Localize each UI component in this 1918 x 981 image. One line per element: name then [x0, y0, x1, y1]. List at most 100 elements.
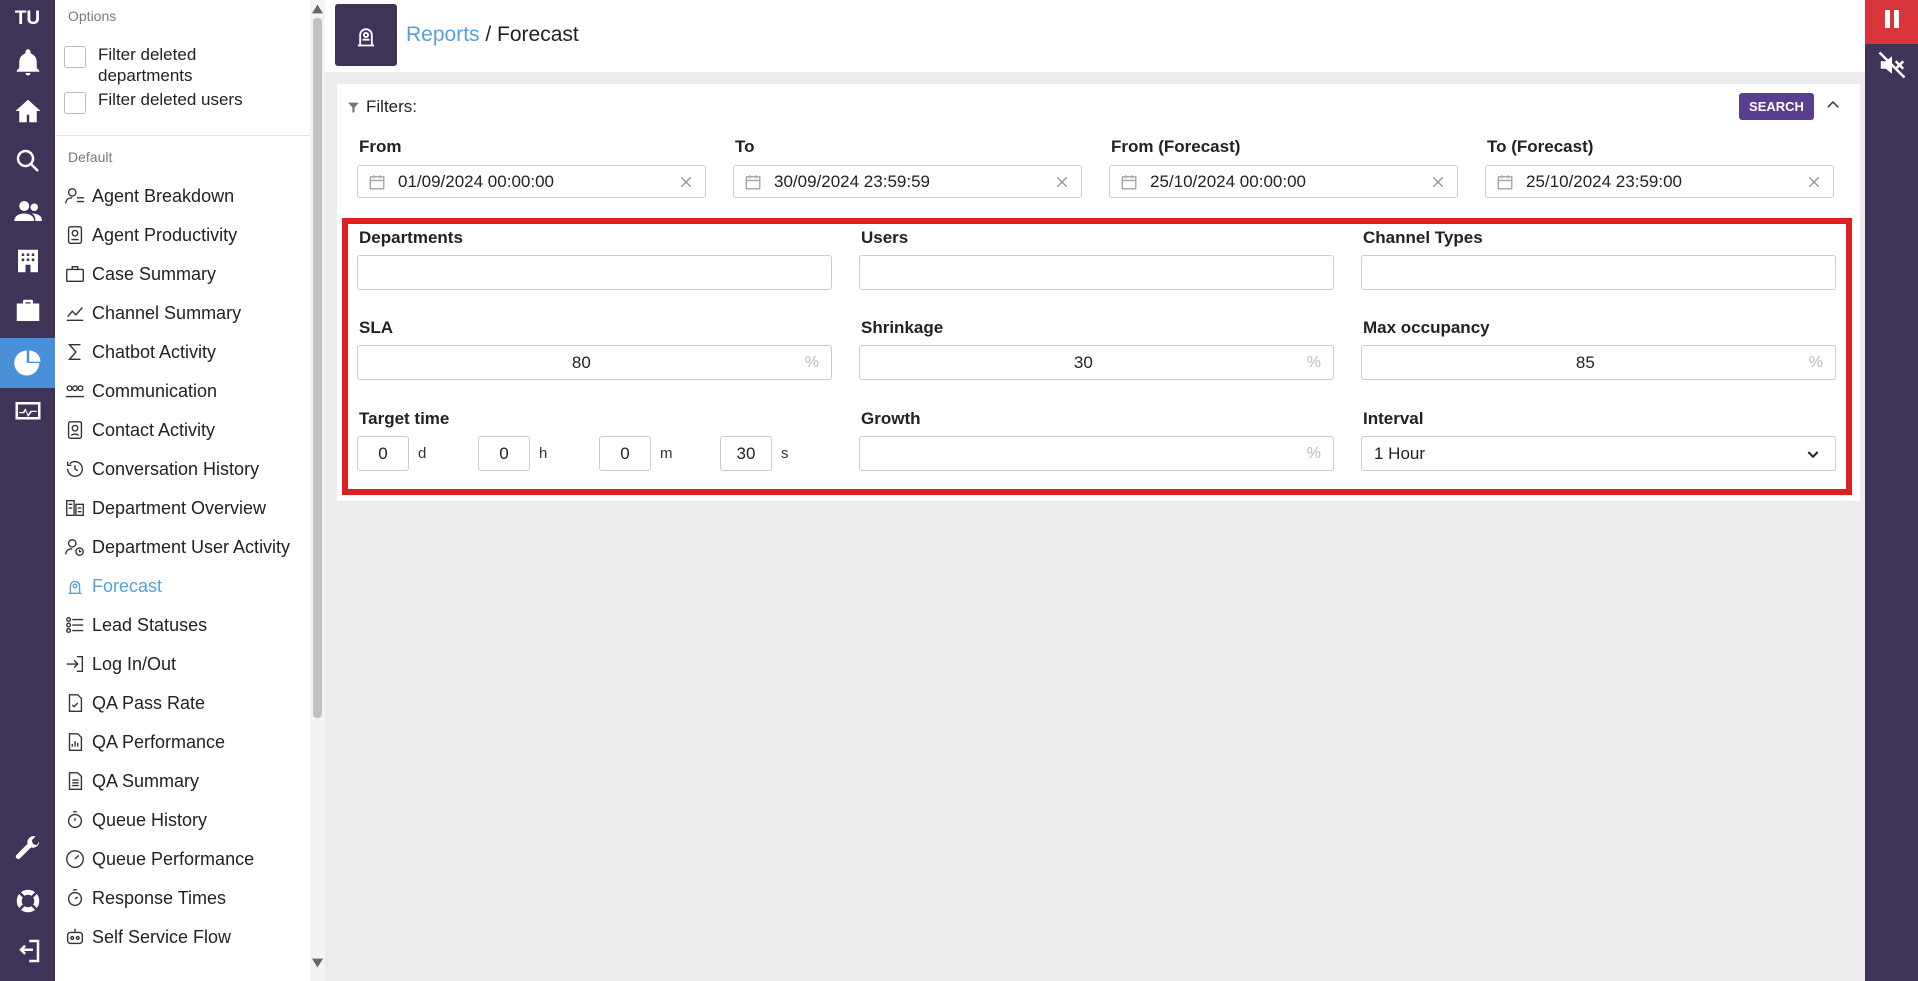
group-icon	[65, 385, 85, 398]
target-seconds-input[interactable]: 30	[720, 436, 772, 471]
search-button[interactable]: SEARCH	[1739, 93, 1814, 120]
clear-icon[interactable]	[1055, 175, 1069, 189]
nav-item-agent-breakdown[interactable]: Agent Breakdown	[63, 181, 234, 211]
users-select[interactable]	[859, 255, 1334, 290]
nav-item-label: Self Service Flow	[92, 926, 232, 947]
nav-item-channel-summary[interactable]: Channel Summary	[63, 298, 241, 328]
percent-icon: %	[1306, 444, 1321, 462]
to-forecast-date-field[interactable]: 25/10/2024 23:59:00	[1485, 165, 1834, 198]
nav-item-forecast[interactable]: Forecast	[63, 571, 162, 601]
pause-button[interactable]	[1865, 0, 1918, 44]
logout-icon[interactable]	[0, 928, 55, 974]
target-days-input[interactable]: 0	[357, 436, 409, 471]
nav-item-lead-statuses[interactable]: Lead Statuses	[63, 610, 207, 640]
nav-item-label: Chatbot Activity	[92, 341, 217, 362]
user-clock-icon	[65, 538, 84, 556]
nav-item-qa-summary[interactable]: QA Summary	[63, 766, 199, 796]
filter-deleted-departments[interactable]: Filter deleted departments	[64, 44, 284, 86]
nav-item-department-user-activity[interactable]: Department User Activity	[63, 532, 290, 562]
calendar-icon	[1497, 174, 1513, 189]
briefcase-icon[interactable]	[0, 288, 55, 334]
scroll-up-arrow-icon[interactable]	[312, 4, 323, 14]
lifebuoy-icon[interactable]	[0, 878, 55, 924]
days-unit: d	[418, 445, 427, 462]
target-minutes-input[interactable]: 0	[599, 436, 651, 471]
sla-input[interactable]: 80 %	[357, 345, 832, 380]
filter-icon	[348, 102, 359, 113]
filter-deleted-users[interactable]: Filter deleted users	[64, 90, 243, 114]
sla-value: 80	[571, 352, 591, 372]
growth-label: Growth	[861, 409, 921, 428]
breadcrumb-reports-link[interactable]: Reports	[406, 23, 480, 46]
nav-item-qa-pass-rate[interactable]: QA Pass Rate	[63, 688, 205, 718]
pause-icon	[1885, 10, 1899, 28]
nav-item-label: Communication	[92, 380, 218, 401]
nav-item-label: QA Pass Rate	[92, 692, 206, 713]
nav-item-label: Contact Activity	[92, 419, 216, 440]
clear-icon[interactable]	[1431, 175, 1445, 189]
document-check-icon	[68, 694, 83, 712]
nav-item-response-times[interactable]: Response Times	[63, 883, 226, 913]
channel-types-label: Channel Types	[1363, 228, 1483, 247]
timer-icon	[67, 889, 83, 907]
breadcrumb-current: Forecast	[497, 23, 579, 46]
home-icon[interactable]	[0, 88, 55, 134]
users-icon[interactable]	[0, 188, 55, 234]
scroll-down-arrow-icon[interactable]	[312, 958, 323, 968]
interval-select[interactable]: 1 Hour	[1361, 436, 1836, 471]
clear-icon[interactable]	[1807, 175, 1821, 189]
main-content: Reports / Forecast Filters: SEARCH From …	[325, 0, 1865, 981]
nav-item-queue-history[interactable]: Queue History	[63, 805, 207, 835]
to-forecast-label: To (Forecast)	[1487, 137, 1594, 156]
from-forecast-date-field[interactable]: 25/10/2024 00:00:00	[1109, 165, 1458, 198]
seconds-unit: s	[781, 445, 789, 462]
growth-input[interactable]: %	[859, 436, 1334, 471]
nav-item-chatbot-activity[interactable]: Chatbot Activity	[63, 337, 216, 367]
to-date-field[interactable]: 30/09/2024 23:59:59	[733, 165, 1082, 198]
document-lines-icon	[68, 772, 83, 790]
percent-icon: %	[804, 353, 819, 371]
line-chart-icon	[66, 307, 84, 322]
list-status-icon	[66, 616, 84, 634]
from-date-field[interactable]: 01/09/2024 00:00:00	[357, 165, 706, 198]
departments-select[interactable]	[357, 255, 832, 290]
target-hours-input[interactable]: 0	[478, 436, 530, 471]
to-forecast-date-value: 25/10/2024 23:59:00	[1526, 171, 1682, 191]
nav-item-department-overview[interactable]: Department Overview	[63, 493, 266, 523]
filter-deleted-users-checkbox[interactable]	[64, 92, 86, 114]
user-initials[interactable]: TU	[0, 8, 55, 30]
from-label: From	[359, 137, 402, 156]
building-icon[interactable]	[0, 238, 55, 284]
nav-item-communication[interactable]: Communication	[63, 376, 217, 406]
wrench-icon[interactable]	[0, 826, 55, 872]
forecast-icon	[68, 580, 82, 595]
nav-item-log-in-out[interactable]: Log In/Out	[63, 649, 176, 679]
badge-icon	[67, 226, 83, 244]
from-forecast-date-value: 25/10/2024 00:00:00	[1150, 171, 1306, 191]
nav-item-agent-productivity[interactable]: Agent Productivity	[63, 220, 237, 250]
pie-chart-icon[interactable]	[0, 338, 55, 388]
nav-item-label: Agent Breakdown	[92, 185, 235, 206]
panel-scroll-thumb[interactable]	[313, 18, 322, 718]
nav-item-label: Lead Statuses	[92, 614, 208, 635]
mute-icon[interactable]	[1877, 50, 1907, 80]
monitor-icon[interactable]	[0, 389, 55, 435]
channel-types-select[interactable]	[1361, 255, 1836, 290]
max-occupancy-input[interactable]: 85 %	[1361, 345, 1836, 380]
icon-rail: TU	[0, 0, 55, 981]
nav-item-conversation-history[interactable]: Conversation History	[63, 454, 259, 484]
shrinkage-input[interactable]: 30 %	[859, 345, 1334, 380]
chevron-down-icon	[1807, 450, 1819, 458]
clear-icon[interactable]	[679, 175, 693, 189]
nav-item-queue-performance[interactable]: Queue Performance	[63, 844, 254, 874]
filter-deleted-departments-checkbox[interactable]	[64, 46, 86, 68]
chevron-up-icon[interactable]	[1824, 96, 1842, 114]
nav-item-contact-activity[interactable]: Contact Activity	[63, 415, 215, 445]
to-date-value: 30/09/2024 23:59:59	[774, 171, 930, 191]
nav-item-qa-performance[interactable]: QA Performance	[63, 727, 225, 757]
search-icon[interactable]	[0, 138, 55, 184]
nav-item-case-summary[interactable]: Case Summary	[63, 259, 216, 289]
bell-icon[interactable]	[0, 40, 55, 86]
nav-item-self-service-flow[interactable]: Self Service Flow	[63, 922, 231, 952]
percent-icon: %	[1306, 353, 1321, 371]
